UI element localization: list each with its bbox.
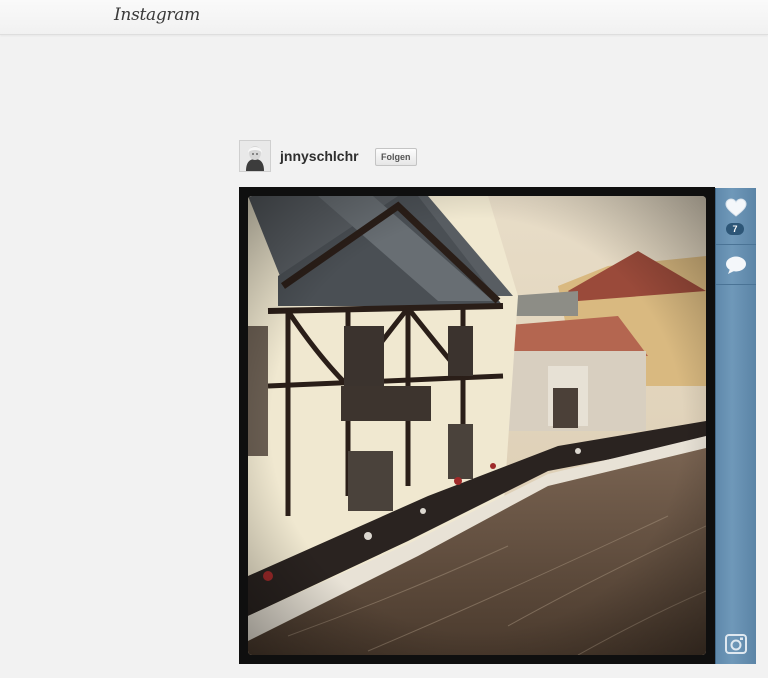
instagram-logo[interactable]: Instagram <box>114 5 200 25</box>
follow-button[interactable]: Folgen <box>375 148 417 166</box>
comment-bubble-icon[interactable] <box>725 255 747 275</box>
post-photo[interactable] <box>248 196 706 655</box>
instagram-camera-icon[interactable] <box>725 634 747 654</box>
photo-frame <box>239 187 715 664</box>
avatar[interactable] <box>239 140 271 172</box>
sidebar-divider <box>716 244 756 245</box>
username[interactable]: jnnyschlchr <box>280 148 359 164</box>
post-action-sidebar: 7 <box>715 188 756 664</box>
top-bar: Instagram <box>0 0 768 35</box>
sidebar-divider <box>716 284 756 285</box>
like-count-badge: 7 <box>726 223 744 235</box>
heart-icon[interactable] <box>725 198 747 218</box>
